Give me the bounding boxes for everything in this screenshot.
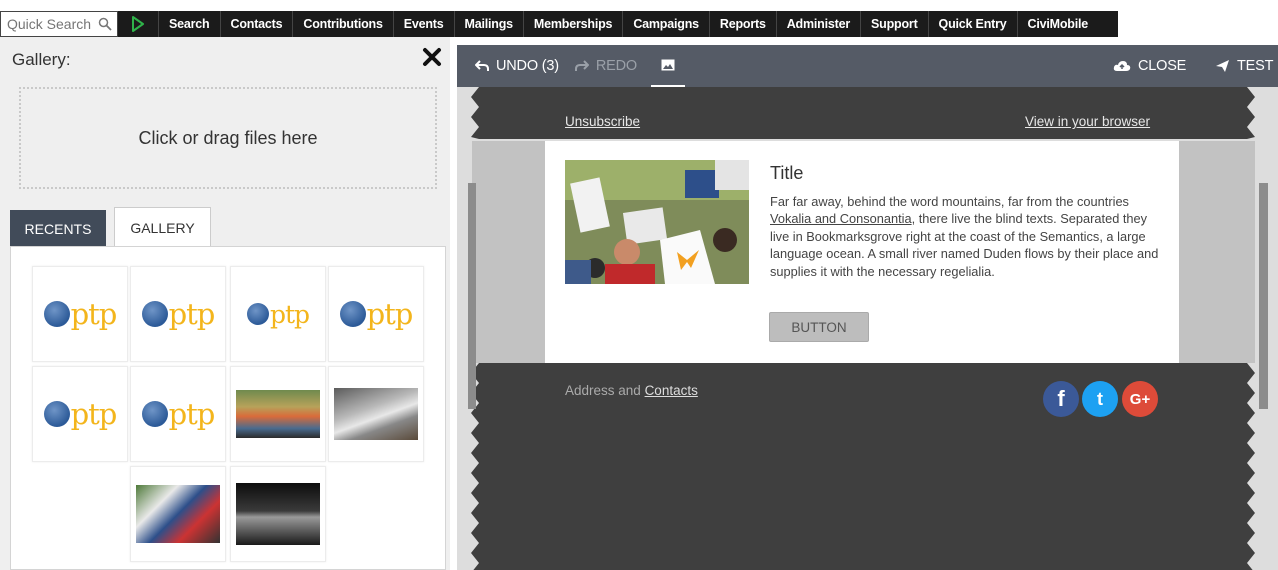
test-label: TEST [1237,58,1274,74]
ptp-logo: ptp [43,297,117,331]
protest-photo [136,485,220,543]
email-header [471,87,1255,139]
unsubscribe-link[interactable]: Unsubscribe [565,114,640,129]
nav-events[interactable]: Events [392,11,454,37]
gallery-thumb-ptp-1[interactable]: ptp [32,266,128,362]
paper-plane-icon [1216,60,1229,72]
night-photo [236,483,320,545]
gallery-tabs: RECENTS GALLERY [10,207,211,247]
redo-button[interactable]: REDO [567,45,645,87]
email-editor: UNDO (3) REDO CLOSE TEST Unsubscribe Vie… [450,37,1278,570]
view-in-browser-link[interactable]: View in your browser [1025,114,1150,129]
left-scroll-handle[interactable] [468,183,476,409]
email-content-block[interactable]: Title Far far away, behind the word moun… [545,141,1179,363]
image-icon [661,59,675,71]
protest-image [565,160,749,284]
redo-icon [574,60,589,71]
nav-contributions[interactable]: Contributions [292,11,392,37]
gallery-thumb-ptp-2[interactable]: ptp [130,266,226,362]
ptp-logo: ptp [339,297,413,331]
nav-civimobile[interactable]: CiviMobile [1016,11,1099,37]
footer-address: Address and Contacts [565,383,698,398]
nav-support[interactable]: Support [860,11,928,37]
tab-gallery[interactable]: GALLERY [114,207,211,247]
gallery-thumb-photo-night[interactable] [230,466,326,562]
rally-photo [236,390,320,438]
car-photo [334,388,418,440]
undo-button[interactable]: UNDO (3) [467,45,567,87]
quick-search[interactable] [0,11,118,37]
ptp-logo: ptp [43,397,117,431]
nav-quick-entry[interactable]: Quick Entry [927,11,1017,37]
close-button[interactable]: CLOSE [1105,45,1194,87]
email-canvas: Unsubscribe View in your browser Title F… [457,87,1278,570]
nav-administer[interactable]: Administer [775,11,860,37]
nav-mailings[interactable]: Mailings [453,11,523,37]
search-icon[interactable] [98,17,112,31]
nav-bar: Search Contacts Contributions Events Mai… [0,11,1118,37]
gallery-thumb-ptp-6[interactable]: ptp [130,366,226,462]
editor-toolbar: UNDO (3) REDO CLOSE TEST [457,45,1278,87]
nav-reports[interactable]: Reports [708,11,776,37]
nav-campaigns[interactable]: Campaigns [622,11,709,37]
gallery-thumb-photo-rally[interactable] [230,366,326,462]
ptp-logo: ptp [246,300,310,329]
dropzone-text: Click or drag files here [138,127,318,148]
email-body-text[interactable]: Far far away, behind the word mountains,… [770,193,1162,280]
gallery-panel: Gallery: Click or drag files here RECENT… [0,37,450,570]
undo-label: UNDO (3) [496,58,559,74]
nav-contacts[interactable]: Contacts [219,11,293,37]
gallery-thumb-ptp-4[interactable]: ptp [328,266,424,362]
close-icon[interactable] [421,46,443,68]
ptp-logo: ptp [141,297,215,331]
undo-icon [475,60,489,71]
zigzag-right-bottom [1239,363,1255,570]
close-label: CLOSE [1138,58,1187,74]
test-button[interactable]: TEST [1207,45,1278,87]
zigzag-right-top [1239,87,1255,139]
gallery-thumb-photo-protest[interactable] [130,466,226,562]
contacts-link[interactable]: Contacts [645,383,698,398]
tab-recents[interactable]: RECENTS [10,210,106,247]
gallery-grid: ptp ptp ptp ptp ptp ptp [10,246,446,570]
nav-memberships[interactable]: Memberships [522,11,622,37]
twitter-icon[interactable]: t [1082,381,1118,417]
gallery-title: Gallery: [12,50,71,69]
gallery-thumb-ptp-3[interactable]: ptp [230,266,326,362]
play-icon[interactable] [118,11,158,37]
image-gallery-button[interactable] [650,45,685,87]
vokalia-link[interactable]: Vokalia and Consonantia [770,211,912,226]
redo-label: REDO [595,58,637,74]
email-button[interactable]: BUTTON [769,312,869,342]
file-dropzone[interactable]: Click or drag files here [19,87,437,189]
zigzag-left-top [471,87,487,139]
left-scrollbar-track [450,87,457,570]
nav-search[interactable]: Search [158,11,220,37]
email-hero-photo[interactable] [565,160,749,284]
google-plus-icon[interactable]: G+ [1122,381,1158,417]
facebook-icon[interactable]: f [1043,381,1079,417]
gallery-thumb-photo-car[interactable] [328,366,424,462]
email-title[interactable]: Title [770,163,803,184]
top-navigation: Search Contacts Contributions Events Mai… [0,0,1278,37]
gallery-thumb-ptp-5[interactable]: ptp [32,366,128,462]
cloud-upload-icon [1113,61,1131,71]
ptp-logo: ptp [141,397,215,431]
right-scroll-handle[interactable] [1259,183,1268,409]
